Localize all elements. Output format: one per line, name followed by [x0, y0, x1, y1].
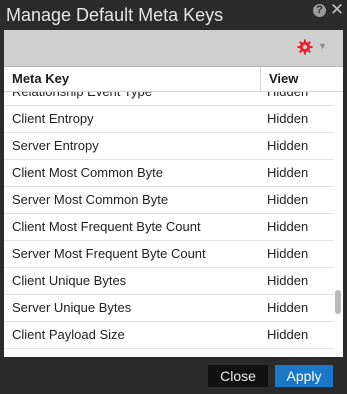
close-button[interactable]: Close — [208, 365, 268, 387]
meta-key-cell: Server Unique Bytes — [12, 300, 132, 315]
dialog-titlebar: Manage Default Meta Keys ? ✕ — [0, 0, 347, 30]
column-header-meta-key[interactable]: Meta Key — [12, 67, 252, 91]
table-row[interactable]: Client Unique Bytes Hidden — [4, 268, 334, 295]
meta-key-cell: Client Entropy — [12, 111, 94, 126]
table-header: Meta Key View — [4, 67, 343, 92]
view-cell[interactable]: Hidden — [267, 295, 308, 321]
table-row[interactable]: Server Most Common Byte Hidden — [4, 187, 334, 214]
meta-key-cell: Client Most Frequent Byte Count — [12, 219, 201, 234]
view-cell[interactable]: Hidden — [267, 268, 308, 294]
meta-key-cell: Client Most Common Byte — [12, 165, 163, 180]
view-cell[interactable]: Hidden — [267, 160, 308, 186]
meta-key-cell: Server Most Frequent Byte Count — [12, 246, 206, 261]
scrollbar[interactable] — [334, 92, 343, 357]
view-cell[interactable]: Hidden — [267, 187, 308, 213]
help-icon[interactable]: ? — [313, 4, 326, 17]
table-row[interactable]: Client Most Common Byte Hidden — [4, 160, 334, 187]
view-cell[interactable]: Hidden — [267, 322, 308, 348]
table-row[interactable]: Relationship Event Type Hidden — [4, 92, 334, 106]
view-cell[interactable]: Hidden — [267, 133, 308, 159]
close-icon[interactable]: ✕ — [329, 1, 345, 19]
meta-key-cell: Client Unique Bytes — [12, 273, 127, 288]
table-row[interactable]: Server Most Frequent Byte Count Hidden — [4, 241, 334, 268]
apply-button[interactable]: Apply — [275, 365, 333, 387]
meta-key-cell: Relationship Event Type — [12, 92, 152, 105]
scrollbar-thumb[interactable] — [335, 290, 341, 314]
table-row[interactable]: Client Entropy Hidden — [4, 106, 334, 133]
table-row[interactable]: Server Entropy Hidden — [4, 133, 334, 160]
view-cell[interactable]: Hidden — [267, 214, 308, 240]
table-rows: Relationship Event Type Hidden Client Ent… — [4, 92, 334, 349]
toolbar: ▼ — [4, 30, 343, 67]
view-cell[interactable]: Hidden — [267, 106, 308, 132]
view-cell[interactable]: Hidden — [267, 241, 308, 267]
meta-key-cell: Client Payload Size — [12, 327, 125, 342]
column-header-view[interactable]: View — [260, 67, 343, 91]
meta-key-cell: Server Most Common Byte — [12, 192, 169, 207]
table-row[interactable]: Client Most Frequent Byte Count Hidden — [4, 214, 334, 241]
dialog-panel: ▼ Meta Key View Relationship Event Type H… — [4, 30, 343, 357]
table-body[interactable]: Relationship Event Type Hidden Client Ent… — [4, 92, 334, 357]
meta-key-cell: Server Entropy — [12, 138, 99, 153]
table-row[interactable]: Server Unique Bytes Hidden — [4, 295, 334, 322]
caret-down-icon[interactable]: ▼ — [318, 40, 328, 51]
table-row[interactable]: Client Payload Size Hidden — [4, 322, 334, 349]
view-cell[interactable]: Hidden — [267, 92, 308, 105]
dialog-title: Manage Default Meta Keys — [6, 5, 224, 25]
gear-icon[interactable] — [297, 39, 313, 55]
